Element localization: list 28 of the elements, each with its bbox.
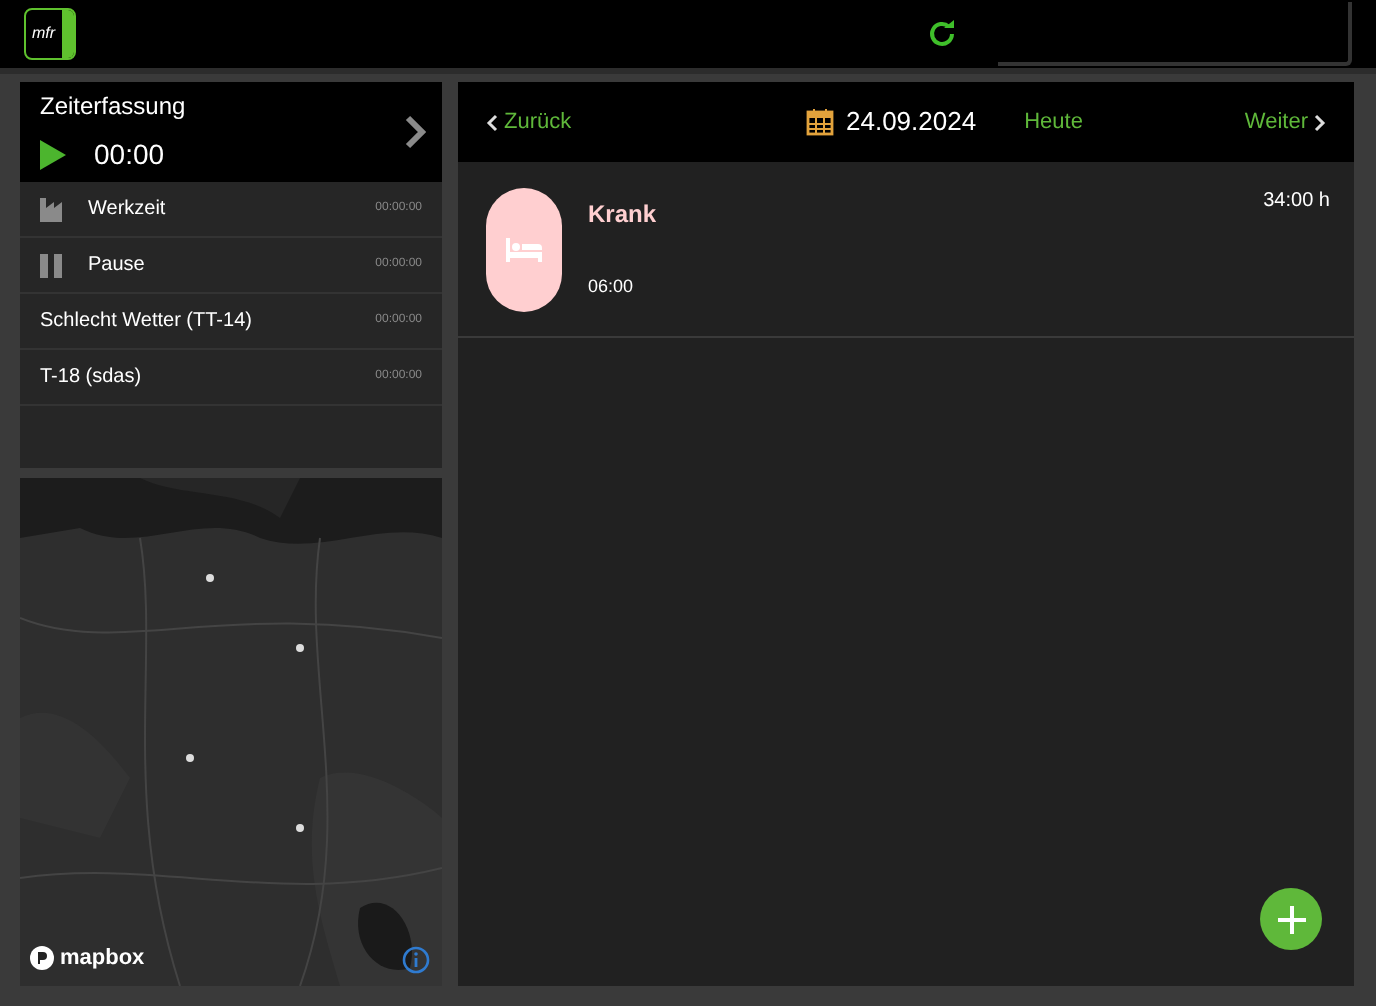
- today-button[interactable]: Heute: [1024, 105, 1083, 139]
- date-label: 24.09.2024: [846, 104, 977, 141]
- timer-time: 00:00: [94, 136, 165, 174]
- activity-label[interactable]: Schlecht Wetter (TT-14): [40, 306, 376, 336]
- back-button[interactable]: Zurück: [486, 105, 806, 139]
- map-attribution: mapbox: [60, 943, 145, 973]
- entry-total: 34:00 h: [1263, 188, 1330, 216]
- activity-label[interactable]: Pause: [84, 250, 376, 280]
- chevron-left-icon: [486, 113, 498, 131]
- pause-icon: [40, 253, 62, 277]
- chevron-right-icon[interactable]: [404, 114, 426, 150]
- bed-icon: [506, 237, 542, 261]
- info-icon[interactable]: [402, 946, 430, 974]
- factory-icon: [40, 197, 68, 221]
- next-button[interactable]: Weiter: [1244, 105, 1326, 139]
- activity-label[interactable]: T-18 (sdas): [40, 362, 376, 392]
- plus-icon: [1277, 905, 1305, 933]
- entry-time: 06:00: [588, 274, 636, 301]
- refresh-icon[interactable]: [926, 18, 958, 50]
- timer-title: Zeiterfassung: [40, 90, 188, 124]
- mapbox-logo-icon: [30, 945, 54, 970]
- calendar-icon: [806, 108, 834, 136]
- app-logo: mfr: [24, 8, 76, 60]
- add-button[interactable]: [1260, 888, 1322, 950]
- play-icon[interactable]: [40, 140, 66, 170]
- entry-title: Krank: [588, 198, 657, 233]
- activity-label[interactable]: Werkzeit: [84, 194, 376, 224]
- chevron-right-icon: [1314, 113, 1326, 131]
